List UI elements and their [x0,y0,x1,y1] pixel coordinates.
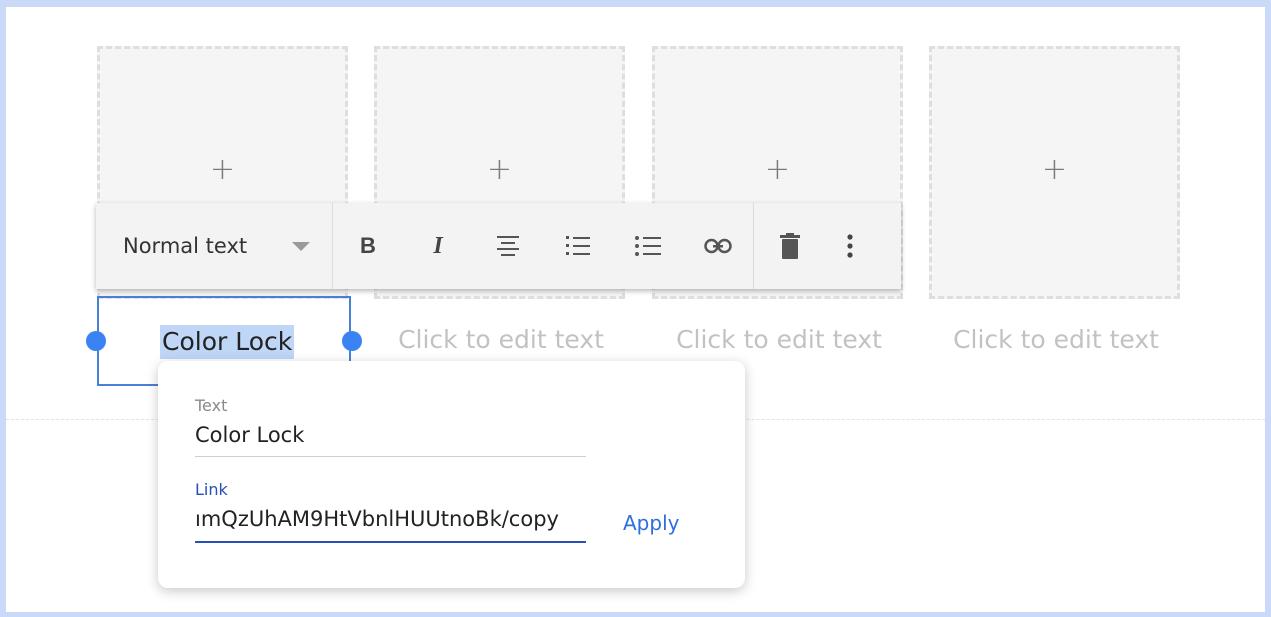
more-options-button[interactable] [826,203,874,289]
add-image-icon: + [1041,152,1068,187]
bold-button[interactable]: B [333,203,403,289]
link-field-input[interactable]: ımQzUhAM9HtVbnlHUUtnoBk/copy [195,507,586,531]
link-field-label: Link [195,480,228,499]
add-image-icon: + [764,152,791,187]
numbered-list-button[interactable] [543,203,613,289]
apply-button[interactable]: Apply [623,511,679,535]
selected-caption-text[interactable]: Color Lock [160,325,295,359]
selection-handle-right[interactable] [342,331,362,351]
numbered-list-icon [566,236,590,255]
text-style-dropdown[interactable]: Normal text [96,203,333,289]
text-field-input[interactable]: Color Lock [195,423,586,447]
text-field-label: Text [195,396,228,415]
more-vert-icon [847,234,853,258]
link-button[interactable] [683,203,753,289]
caption-placeholder-4[interactable]: Click to edit text [929,325,1183,354]
caption-placeholder-3[interactable]: Click to edit text [652,325,906,354]
italic-button[interactable]: I [403,203,473,289]
add-image-icon: + [486,152,513,187]
bold-icon: B [360,233,376,258]
caption-placeholder-2[interactable]: Click to edit text [374,325,628,354]
italic-icon: I [433,232,443,259]
bulleted-list-icon [635,236,661,256]
link-field-underline [195,541,586,543]
text-field-underline [195,456,586,457]
dropdown-caret-icon [292,242,310,251]
align-center-icon [497,236,519,256]
bulleted-list-button[interactable] [613,203,683,289]
delete-icon [780,233,800,259]
delete-button[interactable] [754,203,826,289]
link-edit-popup: Text Color Lock Link ımQzUhAM9HtVbnlHUUt… [158,361,745,588]
canvas: + + + + Color Lock Click to edit text Cl… [6,7,1265,612]
selection-handle-left[interactable] [86,331,106,351]
link-icon [704,238,732,254]
formatting-toolbar: Normal text B I [96,203,901,289]
align-button[interactable] [473,203,543,289]
text-style-value: Normal text [123,234,248,258]
image-slot-4[interactable]: + [929,46,1180,299]
add-image-icon: + [209,152,236,187]
